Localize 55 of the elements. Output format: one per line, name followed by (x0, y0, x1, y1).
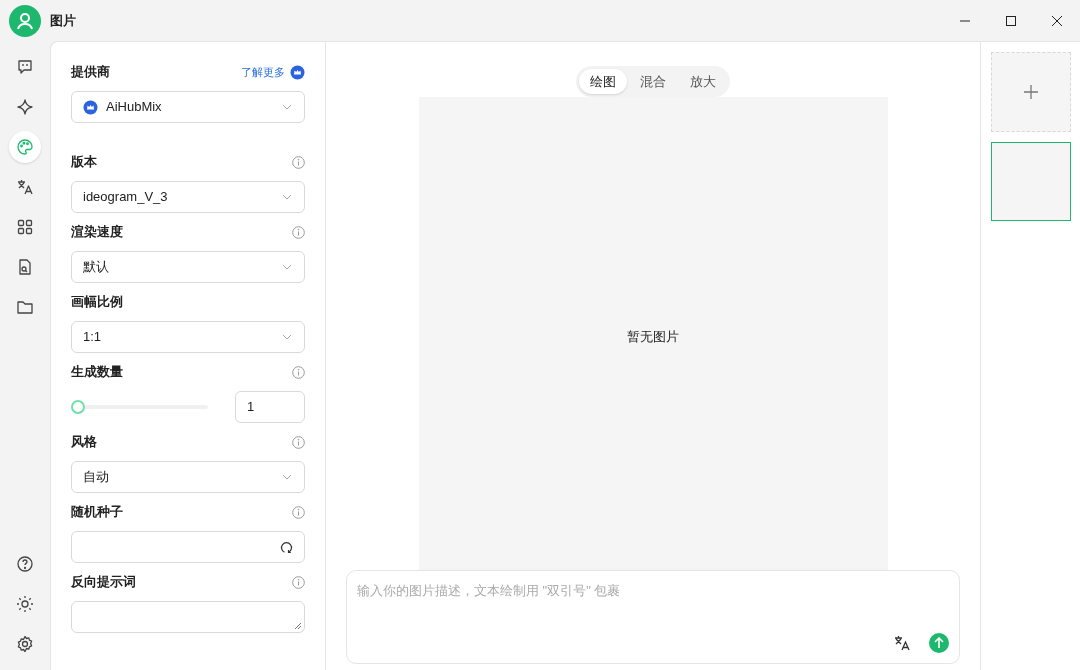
mode-tab[interactable]: 绘图 (579, 69, 627, 94)
palette-icon (16, 138, 34, 156)
info-icon[interactable] (292, 365, 305, 379)
grid-icon (16, 218, 34, 236)
learn-more-link[interactable]: 了解更多 (241, 63, 285, 81)
sun-icon (16, 595, 34, 613)
arrow-up-icon (933, 637, 945, 649)
sparkle-icon (16, 98, 34, 116)
mode-tab[interactable]: 混合 (629, 69, 677, 94)
field-label: 随机种子 (71, 503, 123, 522)
field-label: 提供商 (71, 63, 110, 82)
select-field[interactable]: AiHubMix (71, 91, 305, 123)
palette-nav-button[interactable] (9, 131, 41, 163)
avatar-icon[interactable] (9, 4, 41, 37)
document-search-icon (16, 258, 34, 276)
add-image-button[interactable] (990, 52, 1071, 132)
translate-icon (16, 178, 34, 196)
info-icon[interactable] (292, 435, 305, 449)
empty-message: 暂无图片 (627, 327, 679, 346)
field-label: 反向提示词 (71, 573, 136, 592)
info-icon[interactable] (292, 505, 305, 519)
number-input[interactable]: 1 (235, 391, 305, 423)
maximize-icon (1005, 14, 1017, 27)
translate-icon[interactable] (893, 634, 911, 652)
field-label: 版本 (71, 153, 97, 172)
select-field[interactable]: 默认 (71, 251, 305, 283)
chat-icon (16, 58, 34, 76)
mode-tab[interactable]: 放大 (679, 69, 727, 94)
close-icon (1051, 14, 1063, 27)
folder-icon (16, 298, 34, 316)
settings-icon (16, 635, 34, 653)
resize-handle-icon[interactable] (294, 622, 302, 630)
field-label: 风格 (71, 433, 97, 452)
slider-thumb[interactable] (71, 400, 85, 414)
select-field[interactable]: 自动 (71, 461, 305, 493)
send-button[interactable] (929, 633, 949, 653)
window-title: 图片 (50, 11, 76, 30)
prompt-box[interactable]: 输入你的图片描述，文本绘制用 "双引号" 包裹 (346, 570, 960, 664)
field-label: 生成数量 (71, 363, 123, 382)
select-field[interactable]: ideogram_V_3 (71, 181, 305, 213)
textarea-field[interactable] (71, 601, 305, 633)
refresh-icon[interactable] (280, 540, 293, 554)
field-label: 画幅比例 (71, 293, 123, 312)
info-icon[interactable] (292, 155, 305, 169)
select-field[interactable]: 1:1 (71, 321, 305, 353)
help-icon (16, 555, 34, 573)
crown-icon (290, 64, 305, 80)
info-icon[interactable] (292, 225, 305, 239)
slider[interactable] (71, 400, 209, 414)
seed-input[interactable] (71, 531, 305, 563)
plus-icon (1023, 85, 1038, 99)
prompt-input[interactable]: 输入你的图片描述，文本绘制用 "双引号" 包裹 (357, 581, 949, 621)
field-label: 渲染速度 (71, 223, 123, 242)
image-thumbnail[interactable] (990, 142, 1071, 221)
info-icon[interactable] (292, 575, 305, 589)
